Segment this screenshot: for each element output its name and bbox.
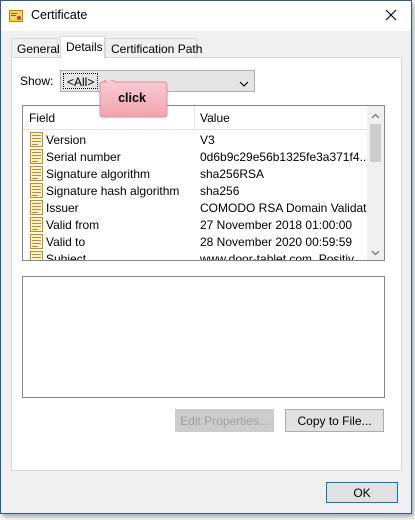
field-name: Signature hash algorithm bbox=[46, 184, 180, 198]
chevron-down-icon bbox=[371, 245, 380, 259]
field-icon bbox=[29, 132, 44, 147]
column-divider[interactable] bbox=[194, 106, 195, 130]
field-icon bbox=[29, 149, 44, 164]
list-item[interactable]: Serial number 0d6b9c29e56b1325fe3a371f4.… bbox=[23, 148, 370, 165]
show-selected-value: <All> bbox=[63, 73, 99, 89]
field-value: 0d6b9c29e56b1325fe3a371f4... bbox=[200, 150, 370, 164]
list-item[interactable]: Version V3 bbox=[23, 131, 369, 148]
field-value: sha256RSA bbox=[200, 167, 265, 181]
title-bar: Certificate bbox=[1, 1, 411, 31]
field-icon bbox=[29, 183, 44, 198]
field-value: 27 November 2018 01:00:00 bbox=[200, 218, 353, 232]
field-detail-textbox[interactable] bbox=[22, 276, 385, 398]
list-item[interactable]: Valid to 28 November 2020 00:59:59 bbox=[23, 233, 369, 250]
field-icon bbox=[29, 217, 44, 232]
window-title: Certificate bbox=[31, 8, 88, 22]
tab-certification-path[interactable]: Certification Path bbox=[105, 38, 202, 58]
field-value: COMODO RSA Domain Validati... bbox=[200, 201, 380, 215]
scroll-up-button[interactable] bbox=[367, 106, 384, 123]
tab-details[interactable]: Details bbox=[60, 36, 105, 59]
ok-button[interactable]: OK bbox=[326, 482, 398, 503]
field-name: Subject bbox=[46, 252, 87, 261]
list-item[interactable]: Valid from 27 November 2018 01:00:00 bbox=[23, 216, 369, 233]
chevron-up-icon bbox=[371, 108, 380, 122]
field-list[interactable]: Field Value Version V3 Serial number 0d6… bbox=[22, 105, 385, 261]
chevron-down-icon bbox=[239, 77, 249, 87]
vertical-scrollbar[interactable] bbox=[367, 106, 384, 260]
list-item[interactable]: Signature hash algorithm sha256 bbox=[23, 182, 369, 199]
scroll-thumb[interactable] bbox=[370, 124, 381, 162]
field-name: Issuer bbox=[46, 201, 79, 215]
tab-general[interactable]: General bbox=[11, 38, 60, 58]
click-callout: click bbox=[96, 80, 170, 122]
field-name: Valid to bbox=[46, 235, 86, 249]
close-icon bbox=[385, 9, 397, 24]
edit-properties-button[interactable]: Edit Properties... bbox=[175, 409, 274, 432]
copy-to-file-button[interactable]: Copy to File... bbox=[285, 409, 384, 432]
field-icon bbox=[29, 166, 44, 181]
show-label: Show: bbox=[20, 74, 54, 88]
details-panel: Show: <All> Field Value Version V3 Seria… bbox=[11, 57, 402, 471]
field-name: Serial number bbox=[46, 150, 121, 164]
field-icon bbox=[29, 200, 44, 215]
field-icon bbox=[29, 234, 44, 249]
field-icon bbox=[29, 251, 44, 260]
field-name: Valid from bbox=[46, 218, 100, 232]
field-value: www.door-tablet.com, Positiv... bbox=[200, 252, 364, 261]
field-name: Signature algorithm bbox=[46, 167, 151, 181]
list-item[interactable]: Signature algorithm sha256RSA bbox=[23, 165, 369, 182]
callout-text: click bbox=[118, 91, 146, 105]
list-rows: Version V3 Serial number 0d6b9c29e56b132… bbox=[23, 131, 379, 261]
field-value: 28 November 2020 00:59:59 bbox=[200, 235, 353, 249]
field-name: Version bbox=[46, 133, 87, 147]
field-value: sha256 bbox=[200, 184, 240, 198]
scroll-down-button[interactable] bbox=[367, 243, 384, 260]
close-button[interactable] bbox=[379, 5, 403, 27]
certificate-window: Certificate General Details Certificatio… bbox=[0, 0, 412, 514]
list-item[interactable]: Issuer COMODO RSA Domain Validati... bbox=[23, 199, 379, 216]
list-item[interactable]: Subject www.door-tablet.com, Positiv... bbox=[23, 250, 369, 261]
column-header-value[interactable]: Value bbox=[200, 111, 230, 125]
certificate-icon bbox=[9, 9, 23, 23]
list-header: Field Value bbox=[23, 106, 369, 130]
field-value: V3 bbox=[200, 133, 215, 147]
column-header-field[interactable]: Field bbox=[29, 111, 55, 125]
